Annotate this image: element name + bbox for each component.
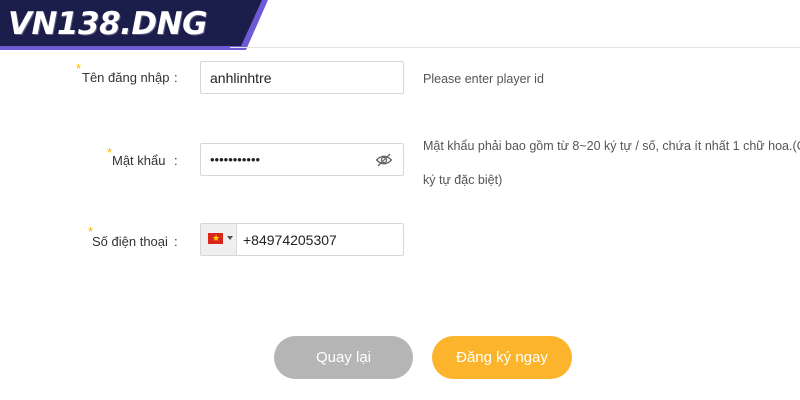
vietnam-flag-icon: ★ <box>208 233 223 244</box>
country-code-dropdown[interactable]: ★ <box>201 224 237 255</box>
site-logo[interactable]: VN138.DNG <box>8 6 208 44</box>
phone-label: Số điện thoại <box>92 234 168 249</box>
phone-colon: : <box>174 234 178 249</box>
username-field[interactable] <box>200 61 404 94</box>
phone-row: * Số điện thoại : ★ <box>0 223 800 256</box>
password-row: * Mật khẩu : Mật khẩu phải bao gồm từ 8~… <box>0 139 800 187</box>
phone-input[interactable] <box>243 224 403 255</box>
header-banner: VN138.DNG <box>0 0 800 50</box>
register-button[interactable]: Đăng ký ngay <box>432 336 572 379</box>
username-row: * Tên đăng nhập : Please enter player id <box>0 61 800 94</box>
password-field[interactable] <box>200 143 404 176</box>
eye-slash-icon[interactable] <box>375 152 393 168</box>
username-label: Tên đăng nhập <box>82 70 170 85</box>
caret-down-icon <box>227 236 233 240</box>
phone-field[interactable]: ★ <box>200 223 404 256</box>
password-colon: : <box>174 153 178 168</box>
username-input[interactable] <box>210 62 370 93</box>
password-input[interactable] <box>210 144 370 175</box>
required-mark: * <box>76 61 82 76</box>
header-divider <box>230 47 800 48</box>
back-button[interactable]: Quay lại <box>274 336 413 379</box>
password-hint-line1: Mật khẩu phải bao gồm từ 8~20 ký tự / số… <box>423 139 800 153</box>
username-hint: Please enter player id <box>423 72 544 86</box>
password-hint-line2: ký tự đặc biệt) <box>423 173 503 187</box>
username-colon: : <box>174 70 178 85</box>
password-label: Mật khẩu <box>112 153 166 168</box>
